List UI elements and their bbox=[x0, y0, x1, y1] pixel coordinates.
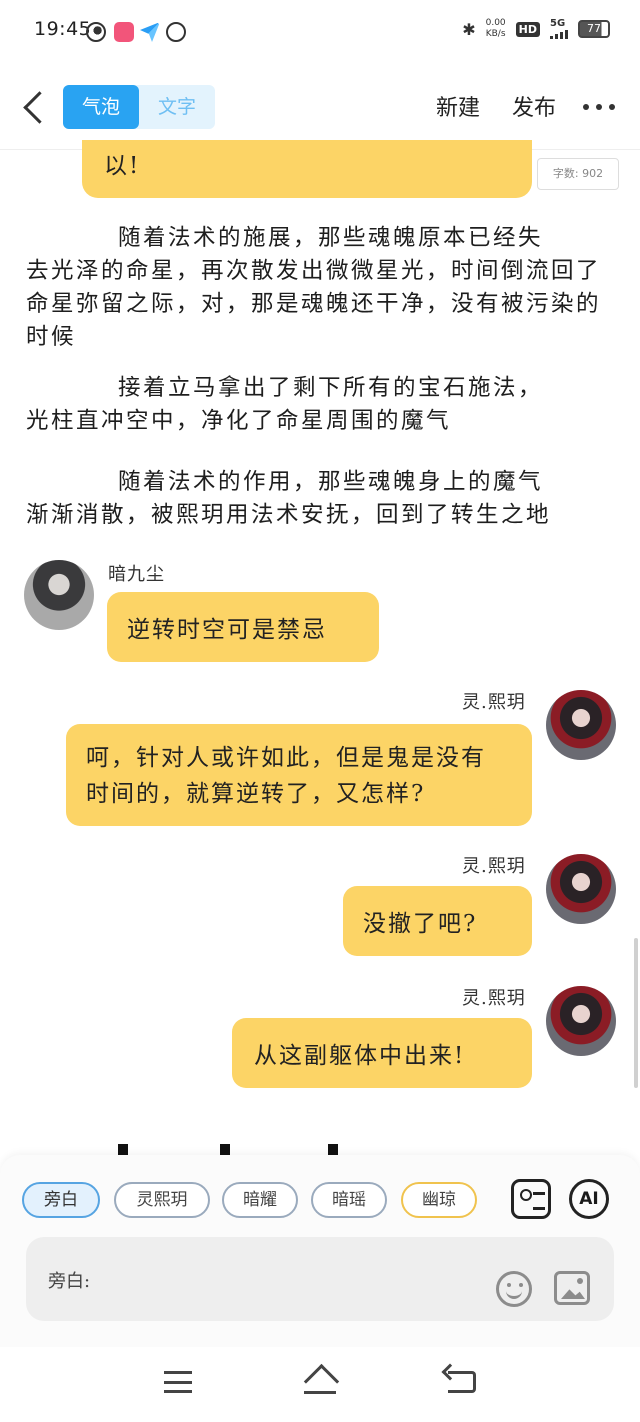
emoji-icon[interactable] bbox=[496, 1271, 532, 1307]
paragraph-body: 光柱直冲空中，净化了命星周围的魔气 bbox=[26, 408, 452, 434]
paper-plane-icon bbox=[140, 22, 160, 42]
character-chip[interactable]: 暗瑶 bbox=[311, 1182, 387, 1218]
network-type: 5G bbox=[550, 18, 566, 29]
battery-level: 77 bbox=[587, 22, 601, 35]
avatar[interactable] bbox=[546, 986, 616, 1056]
paragraph-first-line: 随着法术的施展，那些魂魄原本已经失 bbox=[118, 225, 544, 251]
paragraph-body: 去光泽的命星，再次散发出微微星光，时间倒流回了命星弥留之际，对，那是魂魄还干净，… bbox=[26, 258, 602, 350]
chat-bubble[interactable]: 逆转时空可是禁忌 bbox=[107, 592, 379, 662]
system-navigation-bar bbox=[0, 1347, 640, 1422]
message-input[interactable]: 旁白: bbox=[26, 1237, 614, 1321]
character-chip[interactable]: 幽琼 bbox=[401, 1182, 477, 1218]
globe-icon bbox=[86, 22, 106, 42]
more-options-icon[interactable] bbox=[583, 104, 615, 112]
status-time: 19:45 bbox=[34, 18, 92, 40]
word-count-badge: 字数: 902 bbox=[537, 158, 619, 190]
character-chip[interactable]: 旁白 bbox=[22, 1182, 100, 1218]
avatar[interactable] bbox=[546, 690, 616, 760]
mode-toggle: 气泡 文字 bbox=[63, 85, 215, 129]
back-button[interactable] bbox=[18, 86, 50, 126]
paragraph-first-line: 接着立马拿出了剩下所有的宝石施法， bbox=[118, 375, 544, 401]
composer-panel: 旁白 灵熙玥 暗耀 暗瑶 幽琼 AI 旁白: bbox=[0, 1155, 640, 1347]
chat-bubble[interactable]: 没撤了吧? bbox=[343, 886, 532, 956]
speaker-name: 暗九尘 bbox=[108, 564, 165, 585]
status-bar: 19:45 ✱ 0.00 KB/s HD 5G 77 bbox=[0, 0, 640, 64]
hd-badge: HD bbox=[515, 21, 540, 37]
tab-text[interactable]: 文字 bbox=[139, 85, 215, 129]
back-nav-icon[interactable] bbox=[448, 1371, 476, 1393]
bluetooth-icon: ✱ bbox=[462, 19, 476, 39]
speaker-name: 灵.熙玥 bbox=[462, 692, 526, 713]
top-app-bar: 气泡 文字 新建 发布 bbox=[0, 64, 640, 150]
tab-bubble[interactable]: 气泡 bbox=[63, 85, 139, 129]
net-speed-unit: KB/s bbox=[485, 29, 506, 39]
avatar[interactable] bbox=[24, 560, 94, 630]
app-notification-icon bbox=[114, 22, 134, 42]
speaker-name: 灵.熙玥 bbox=[462, 856, 526, 877]
status-indicators: ✱ 0.00 KB/s HD 5G 77 bbox=[462, 18, 610, 40]
home-icon[interactable] bbox=[303, 1367, 337, 1395]
recent-apps-icon[interactable] bbox=[164, 1371, 192, 1393]
bubble-text: 从这副躯体中出来! bbox=[254, 1043, 466, 1069]
ai-button[interactable]: AI bbox=[569, 1179, 609, 1219]
chat-notification-icon bbox=[166, 22, 186, 42]
cell-signal: 5G bbox=[550, 19, 568, 39]
new-button[interactable]: 新建 bbox=[436, 90, 480, 122]
bubble-text: 逆转时空可是禁忌 bbox=[127, 617, 327, 643]
scrollbar-thumb[interactable] bbox=[634, 938, 638, 1088]
paragraph-first-line: 随着法术的作用，那些魂魄身上的魔气 bbox=[118, 469, 544, 495]
network-speed: 0.00 KB/s bbox=[486, 18, 506, 40]
character-chip[interactable]: 灵熙玥 bbox=[114, 1182, 210, 1218]
signal-bars-icon bbox=[550, 29, 568, 39]
image-icon[interactable] bbox=[554, 1271, 590, 1305]
chat-bubble[interactable]: 呵，针对人或许如此，但是鬼是没有时间的，就算逆转了，又怎样? bbox=[66, 724, 532, 826]
narration-paragraph[interactable]: 随着法术的作用，那些魂魄身上的魔气 渐渐消散，被熙玥用法术安抚，回到了转生之地 bbox=[26, 466, 616, 532]
bubble-text: 呵，针对人或许如此，但是鬼是没有时间的，就算逆转了，又怎样? bbox=[86, 745, 486, 807]
chat-bubble-partial[interactable]: 以! bbox=[82, 140, 532, 198]
narration-paragraph[interactable]: 随着法术的施展，那些魂魄原本已经失 去光泽的命星，再次散发出微微星光，时间倒流回… bbox=[26, 222, 616, 354]
input-prefix: 旁白: bbox=[48, 1271, 91, 1292]
chat-bubble[interactable]: 从这副躯体中出来! bbox=[232, 1018, 532, 1088]
battery-icon: 77 bbox=[578, 20, 610, 38]
bubble-text: 以! bbox=[104, 153, 141, 179]
character-list-icon[interactable] bbox=[511, 1179, 551, 1219]
narration-paragraph[interactable]: 接着立马拿出了剩下所有的宝石施法， 光柱直冲空中，净化了命星周围的魔气 bbox=[26, 372, 616, 438]
bubble-text: 没撤了吧? bbox=[363, 911, 478, 937]
net-speed-value: 0.00 bbox=[485, 18, 506, 28]
publish-button[interactable]: 发布 bbox=[512, 90, 556, 122]
paragraph-body: 渐渐消散，被熙玥用法术安抚，回到了转生之地 bbox=[26, 502, 552, 528]
speaker-name: 灵.熙玥 bbox=[462, 988, 526, 1009]
character-chip[interactable]: 暗耀 bbox=[222, 1182, 298, 1218]
avatar[interactable] bbox=[546, 854, 616, 924]
